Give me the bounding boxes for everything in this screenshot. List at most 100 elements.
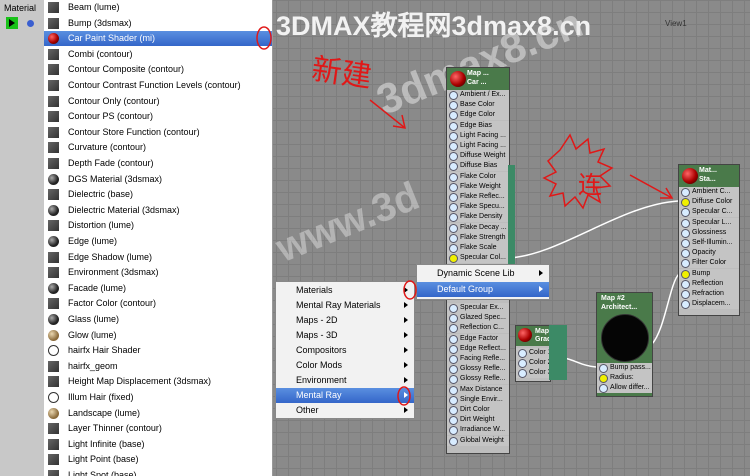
socket-icon[interactable] [449,101,458,111]
socket-icon[interactable] [681,198,690,208]
node-input-slot[interactable]: Diffuse Weight [447,151,509,162]
socket-icon[interactable] [449,324,458,334]
node-standard-material[interactable]: Mat... Sta... Ambient C... Diffuse Color S… [678,164,740,316]
context-menu-item[interactable]: Color Mods [276,358,414,373]
node-input-slot[interactable]: Reflection C... [447,323,509,334]
node-input-slot[interactable]: Displacem... [679,299,739,310]
socket-icon[interactable] [518,359,527,369]
socket-icon[interactable] [599,374,608,384]
material-list-item[interactable]: Edge (lume) [44,234,272,249]
node-input-slot[interactable]: Specular Col... [447,253,509,264]
node-car-paint[interactable]: Map ... Car ... Ambient / Ex... Base Colo… [446,67,510,454]
socket-icon[interactable] [449,395,458,405]
material-list-item[interactable]: Facade (lume) [44,281,272,296]
node-input-slot[interactable]: Flake Strength [447,232,509,243]
node-input-slot[interactable]: Self-Illumin... [679,238,739,248]
node-input-slot[interactable]: Allow differ... [597,383,652,394]
socket-icon[interactable] [449,355,458,364]
socket-icon[interactable] [449,385,458,395]
node-input-slot[interactable]: Edge Factor [447,333,509,344]
material-list-item[interactable]: Combi (contour) [44,47,272,62]
node-input-slot[interactable]: Glossy Refle... [447,374,509,385]
socket-icon[interactable] [681,239,690,248]
socket-icon[interactable] [449,416,458,426]
socket-icon[interactable] [449,91,458,100]
material-list-item[interactable]: Contour Composite (contour) [44,62,272,77]
socket-icon[interactable] [449,142,458,151]
socket-icon[interactable] [449,406,458,415]
node-input-slot[interactable]: Glazed Spec... [447,313,509,324]
socket-icon[interactable] [449,223,458,233]
socket-icon[interactable] [449,233,458,243]
context-menu-item[interactable]: Compositors [276,343,414,358]
select-tool-icon[interactable] [6,17,18,29]
node-input-slot[interactable]: Flake Reflec... [447,192,509,202]
material-list-item[interactable]: Environment (3dsmax) [44,265,272,280]
socket-icon[interactable] [681,279,690,289]
node-input-slot[interactable]: Dirt Weight [447,415,509,426]
node-input-slot[interactable]: Bump pass... [597,363,652,373]
node-input-slot[interactable]: Bump [679,268,739,279]
material-list-item[interactable]: Car Paint Shader (mi) [44,31,272,47]
context-menu-item[interactable]: Dynamic Scene Lib [417,266,549,281]
node-standard-header[interactable]: Mat... Sta... [679,165,739,187]
material-list-item[interactable]: Landscape (lume) [44,406,272,421]
socket-icon[interactable] [449,334,458,344]
node-input-slot[interactable]: Glossy Refle... [447,364,509,375]
context-menu-item[interactable]: Environment [276,373,414,388]
node-input-slot[interactable]: Opacity [679,248,739,259]
socket-icon[interactable] [449,111,458,121]
socket-icon[interactable] [449,193,458,202]
socket-icon[interactable] [681,218,690,228]
socket-icon[interactable] [681,300,690,310]
node-car-paint-output-tab[interactable] [508,165,515,275]
node-input-slot[interactable]: Single Envir... [447,394,509,405]
node-input-slot[interactable]: Color 2 [516,358,552,369]
socket-icon[interactable] [449,304,458,313]
material-list-item[interactable]: Factor Color (contour) [44,296,272,311]
material-list-item[interactable]: hairfx Hair Shader [44,343,272,358]
context-menu-item[interactable]: Mental Ray [276,388,414,403]
node-input-slot[interactable]: Dirt Color [447,405,509,415]
node-input-slot[interactable]: Color 3 [516,368,552,379]
socket-icon[interactable] [681,269,690,279]
material-list-item[interactable]: Distortion (lume) [44,218,272,233]
node-input-slot[interactable]: Ambient C... [679,187,739,197]
material-list-item[interactable]: Light Point (base) [44,452,272,467]
node-input-slot[interactable]: Color 1 [516,348,552,358]
material-list-item[interactable]: Light Spot (base) [44,468,272,476]
material-list-item[interactable]: Contour Store Function (contour) [44,125,272,140]
socket-icon[interactable] [449,121,458,131]
node-input-slot[interactable]: Edge Reflect... [447,343,509,354]
node-input-slot[interactable]: Edge Bias [447,120,509,131]
node-input-slot[interactable]: Global Weight [447,435,509,446]
node-input-slot[interactable]: Specular Ex... [447,303,509,313]
socket-icon[interactable] [599,364,608,373]
socket-icon[interactable] [681,208,690,218]
material-list-item[interactable]: Beam (lume) [44,0,272,15]
node-input-slot[interactable]: Flake Decay ... [447,222,509,233]
node-input-slot[interactable]: Flake Specu... [447,202,509,213]
socket-icon[interactable] [449,365,458,375]
node-input-slot[interactable]: Radius: [597,373,652,384]
node-input-slot[interactable]: Base Color [447,100,509,111]
node-input-slot[interactable]: Irradiance W... [447,425,509,436]
material-list-item[interactable]: Glass (lume) [44,312,272,327]
socket-icon[interactable] [449,172,458,182]
socket-icon[interactable] [449,244,458,253]
socket-icon[interactable] [449,162,458,172]
socket-icon[interactable] [449,152,458,162]
node-input-slot[interactable]: Diffuse Bias [447,161,509,172]
context-menu-item[interactable]: Mental Ray Materials [276,298,414,313]
material-list-item[interactable]: Contour Contrast Function Levels (contou… [44,78,272,93]
material-list-item[interactable]: Glow (lume) [44,328,272,343]
material-list-item[interactable]: Dielectric (base) [44,187,272,202]
socket-icon[interactable] [681,249,690,259]
node-gradient-output-tab[interactable] [549,325,567,380]
socket-icon[interactable] [449,375,458,385]
material-list-item[interactable]: hairfx_geom [44,359,272,374]
material-list-item[interactable]: DGS Material (3dsmax) [44,172,272,187]
socket-icon[interactable] [449,314,458,324]
socket-icon[interactable] [599,384,608,394]
pick-material-icon[interactable] [24,17,36,29]
